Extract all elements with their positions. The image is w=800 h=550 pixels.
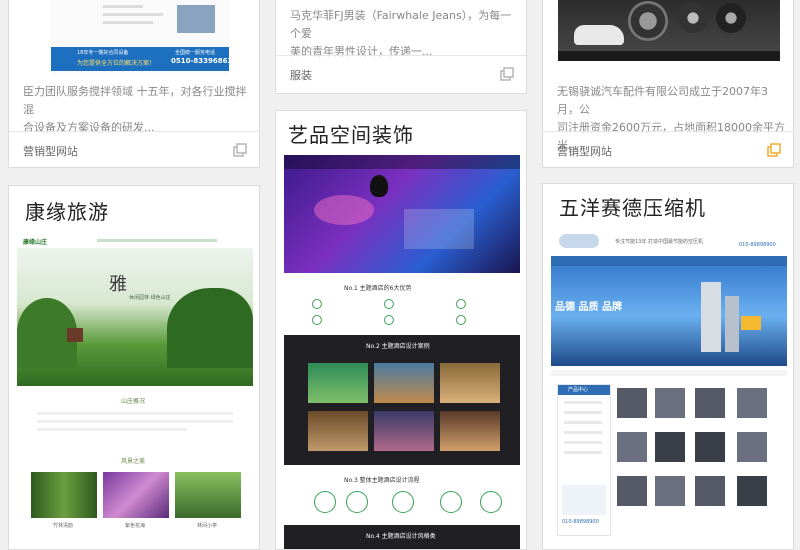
hero-image <box>284 155 520 273</box>
photo-caption: 竹林清韵 <box>53 523 74 529</box>
photo-caption: 林间小亭 <box>197 523 218 529</box>
sidebar-phone: 010-89898900 <box>562 519 599 525</box>
project-card-art-space[interactable]: 艺品空间装饰 No.1 主题酒店的6大优势 No.2 主题酒店设计案例 No.3 <box>275 110 527 550</box>
card-description: 臣力团队服务搅拌领域 十五年，对各行业搅拌混 合设备及方案设备的研发... <box>23 85 247 134</box>
project-card-compressor[interactable]: 五洋赛德压缩机 专注节能13年 打造中国最节能的空压机 010-89898900… <box>542 183 794 550</box>
header-phone: 010-89898900 <box>739 242 776 248</box>
banner: 18年专一做好合同设备 为您提供全方位的解决方案！ 全国统一服务电话 0510-… <box>51 47 229 71</box>
hero-subtitle: 休闲园林 绿色山庄 <box>129 295 171 301</box>
cases-section: No.2 主题酒店设计案例 <box>284 335 520 465</box>
card-title: 康缘旅游 <box>25 200 109 224</box>
section-heading: 山庄概况 <box>121 398 146 405</box>
section-heading: No.2 主题酒店设计案例 <box>366 343 430 350</box>
card-title: 五洋赛德压缩机 <box>559 196 706 220</box>
section-heading: No.4 主题酒店设计风格类 <box>366 533 436 540</box>
section-heading: No.1 主题酒店的6大优势 <box>344 285 412 292</box>
card-thumbnail[interactable]: 康缘山庄 雅 休闲园林 绿色山庄 山庄概况 风景之美 竹林清韵 紫色花海 林间小… <box>17 234 253 544</box>
photo-caption: 紫色花海 <box>125 523 146 529</box>
header-slogan: 专注节能13年 打造中国最节能的空压机 <box>615 239 703 245</box>
external-link-icon[interactable] <box>233 143 247 157</box>
site-logo: 康缘山庄 <box>23 239 48 246</box>
product-sidebar: 产品中心 010-89898900 <box>557 384 611 536</box>
project-card-fashion[interactable]: 马克华菲FJ男装（Fairwhale Jeans），为每一个爱 美的青年男性设计… <box>275 0 527 94</box>
section-heading: 风景之美 <box>121 458 146 465</box>
external-link-icon[interactable] <box>500 67 514 81</box>
category-tag[interactable]: 服装 <box>290 67 312 83</box>
card-title: 艺品空间装饰 <box>288 123 414 147</box>
banner-line1: 18年专一做好合同设备 <box>77 50 129 56</box>
card-thumbnail[interactable] <box>558 0 780 61</box>
card-footer: 营销型网站 <box>543 131 793 167</box>
nav-bar <box>551 256 787 266</box>
hero-slogan: 品德 品质 品牌 <box>555 302 622 313</box>
project-card-auto-parts[interactable]: 无锡骁诚汽车配件有限公司成立于2007年3月，公 司注册资金2600万元，占地面… <box>542 0 794 168</box>
hero-image: 雅 休闲园林 绿色山庄 <box>17 248 253 386</box>
site-logo <box>559 234 599 248</box>
category-tag[interactable]: 营销型网站 <box>23 143 78 159</box>
category-tag[interactable]: 营销型网站 <box>557 143 612 159</box>
banner-line2: 为您提供全方位的解决方案！ <box>77 60 156 67</box>
external-link-icon[interactable] <box>767 143 781 157</box>
card-footer: 服装 <box>276 55 526 93</box>
card-thumbnail[interactable]: No.1 主题酒店的6大优势 No.2 主题酒店设计案例 No.3 整体主题酒店… <box>284 155 520 549</box>
card-thumbnail[interactable]: 专注节能13年 打造中国最节能的空压机 010-89898900 品德 品质 品… <box>551 228 787 548</box>
sidebar-title: 产品中心 <box>568 387 589 393</box>
banner-phone-label: 全国统一服务电话 <box>175 50 216 56</box>
hero-character: 雅 <box>109 274 127 295</box>
styles-section: No.4 主题酒店设计风格类 <box>284 525 520 549</box>
project-card-mixing[interactable]: 18年专一做好合同设备 为您提供全方位的解决方案！ 全国统一服务电话 0510-… <box>8 0 260 168</box>
card-footer: 营销型网站 <box>9 131 259 167</box>
card-description: 马克华菲FJ男装（Fairwhale Jeans），为每一个爱 美的青年男性设计… <box>290 9 512 58</box>
hero-image: 品德 品质 品牌 <box>551 266 787 366</box>
banner-phone: 0510-83396863 <box>171 57 229 65</box>
section-heading: No.3 整体主题酒店设计流程 <box>344 477 420 484</box>
card-thumbnail[interactable]: 18年专一做好合同设备 为您提供全方位的解决方案！ 全国统一服务电话 0510-… <box>51 0 229 75</box>
project-card-travel[interactable]: 康缘旅游 康缘山庄 雅 休闲园林 绿色山庄 山庄概况 风景之美 竹林清韵 紫色花… <box>8 185 260 550</box>
